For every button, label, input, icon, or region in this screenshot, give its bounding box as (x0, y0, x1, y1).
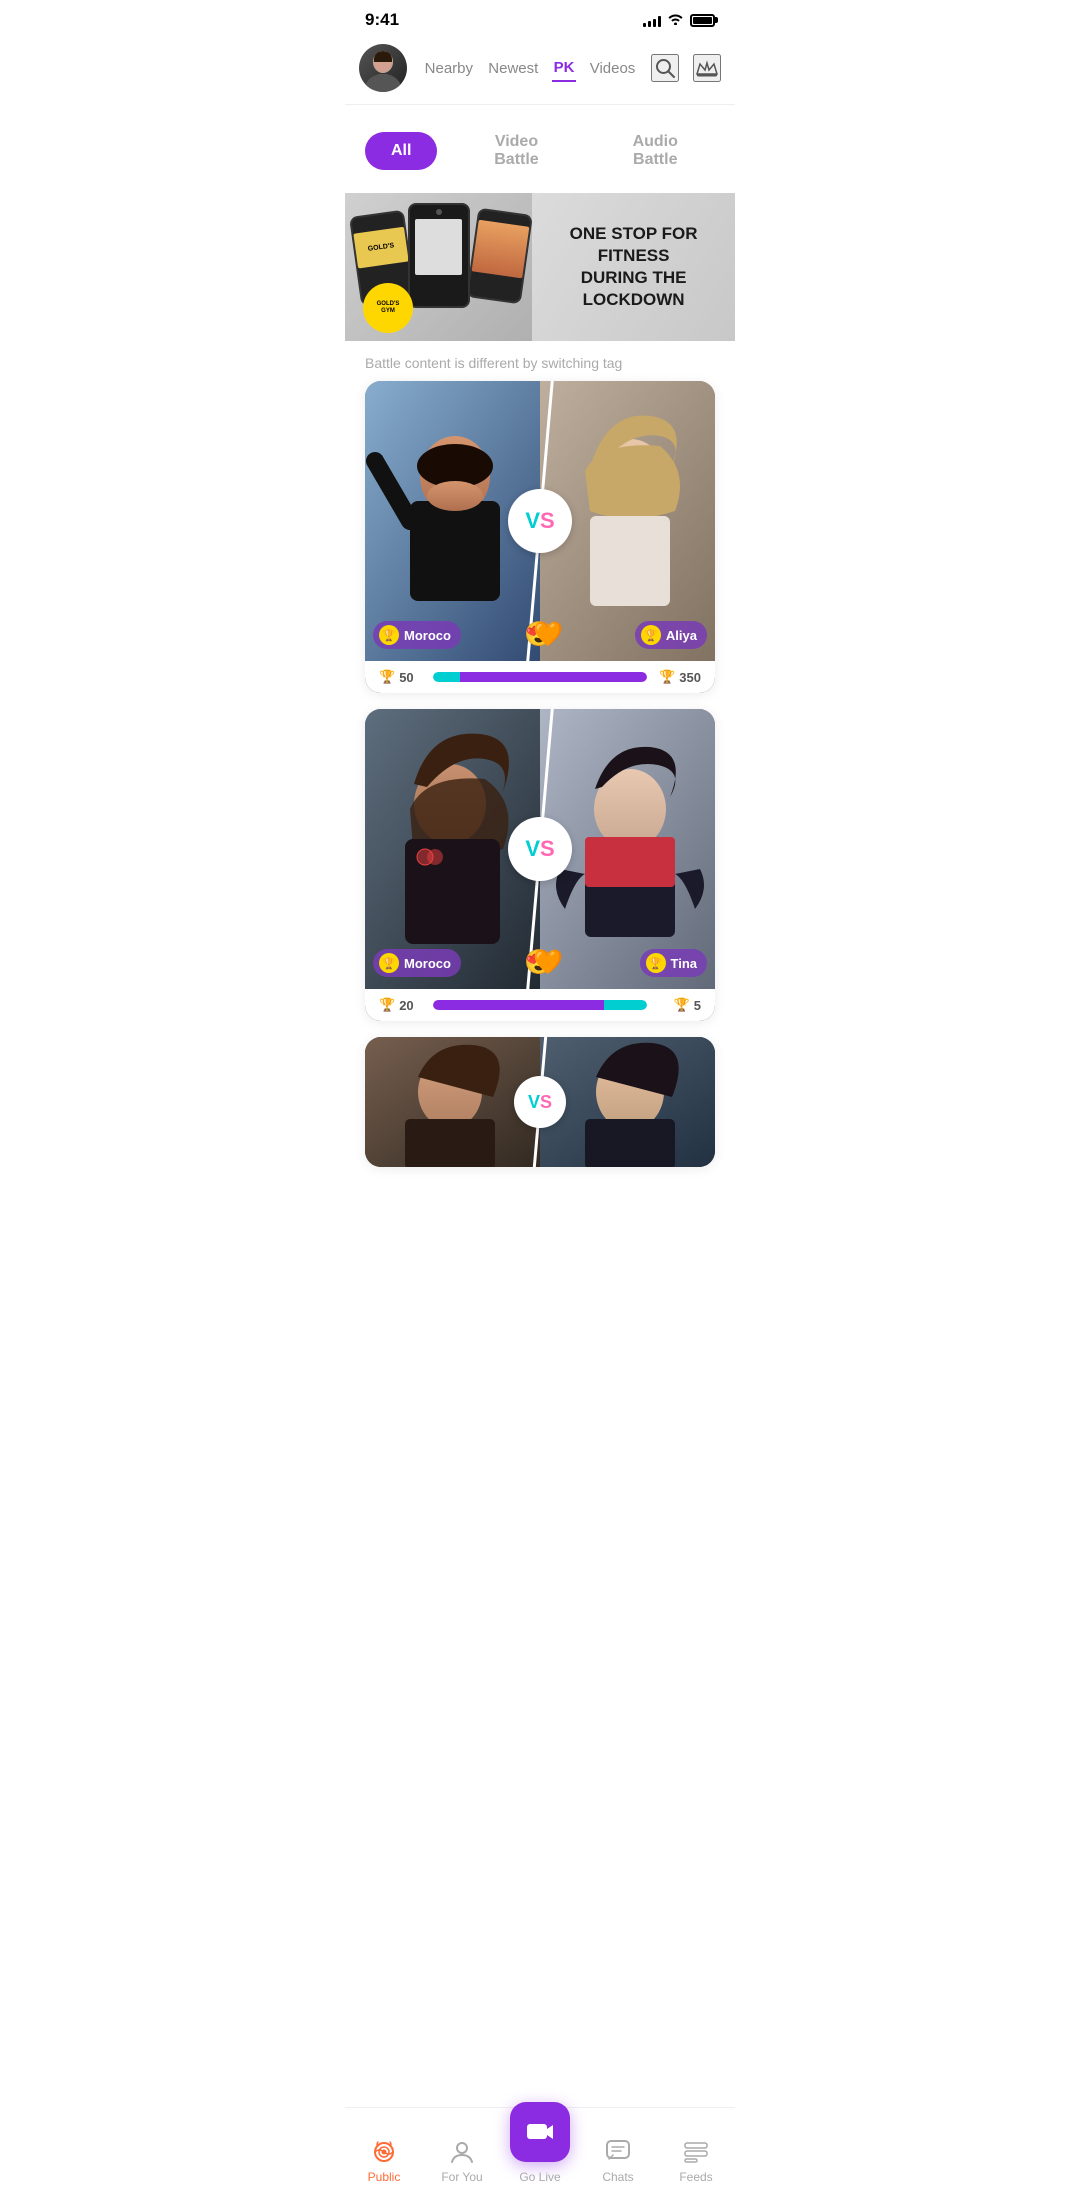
score-track-2 (433, 1000, 647, 1010)
battle-images-2: VS 🏆 Moroco 🏆 Tina 😍 🧡 (365, 709, 715, 989)
battle-side-right-3 (540, 1037, 715, 1167)
vs-badge-3: VS (514, 1076, 566, 1128)
feeds-icon (682, 2138, 710, 2166)
tab-nearby[interactable]: Nearby (423, 56, 475, 81)
golive-button[interactable] (510, 2102, 570, 2162)
golive-label: Go Live (519, 2170, 560, 2184)
score-track-1 (433, 672, 647, 682)
nav-item-public[interactable]: Public (354, 2138, 414, 2184)
nav-item-feeds[interactable]: Feeds (666, 2138, 726, 2184)
vs-badge-2: VS (508, 817, 572, 881)
tab-videos[interactable]: Videos (588, 56, 638, 81)
player2-tag-2: 🏆 Tina (640, 949, 708, 977)
chats-label: Chats (602, 2170, 633, 2184)
filter-video-battle[interactable]: Video Battle (457, 123, 575, 179)
score-bar-1: 🏆 50 🏆 350 (365, 661, 715, 693)
battle-card-3[interactable]: VS (365, 1037, 715, 1167)
status-bar: 9:41 (345, 0, 735, 36)
tab-newest[interactable]: Newest (486, 56, 540, 81)
public-icon (370, 2138, 398, 2166)
banner-text: ONE STOP FOR FITNESS DURING THE LOCKDOWN (532, 223, 735, 311)
wifi-icon (667, 12, 684, 28)
score-fill-right-2 (604, 1000, 647, 1010)
player1-icon-1: 🏆 (379, 625, 399, 645)
nav-item-chats[interactable]: Chats (588, 2138, 648, 2184)
battle-images-1: VS 🏆 Moroco 🏆 Aliya 😍 🧡 (365, 381, 715, 661)
battle-images-3: VS (365, 1037, 715, 1167)
promo-banner[interactable]: GOLD'S GOLD'SGYM ONE STOP FOR FITNESS DU… (345, 193, 735, 341)
trophy-icon-2b: 🏆 (674, 997, 690, 1013)
filter-all[interactable]: All (365, 132, 437, 170)
phone-right (466, 208, 533, 305)
score-left-1: 🏆 50 (379, 669, 433, 685)
foryou-label: For You (441, 2170, 482, 2184)
player2-icon-2: 🏆 (646, 953, 666, 973)
score-fill-left-1 (433, 672, 460, 682)
main-nav-tabs: Nearby Newest PK Videos (417, 55, 643, 82)
crown-button[interactable] (693, 54, 721, 82)
score-fill-left-2 (433, 1000, 604, 1010)
score-right-1: 🏆 350 (647, 669, 701, 685)
player2-tag-1: 🏆 Aliya (635, 621, 707, 649)
player1-tag-2: 🏆 Moroco (373, 949, 461, 977)
status-time: 9:41 (365, 10, 399, 30)
tab-pk[interactable]: PK (552, 55, 577, 82)
search-button[interactable] (651, 54, 679, 82)
nav-item-foryou[interactable]: For You (432, 2138, 492, 2184)
golds-gym-logo: GOLD'SGYM (363, 283, 413, 333)
player1-icon-2: 🏆 (379, 953, 399, 973)
filter-row: All Video Battle Audio Battle (345, 105, 735, 193)
header-nav: Nearby Newest PK Videos (345, 36, 735, 105)
score-fill-right-1 (460, 672, 647, 682)
battery-icon (690, 14, 715, 27)
emoji-reaction-1b: 🧡 (533, 620, 563, 649)
battle-card-1[interactable]: VS 🏆 Moroco 🏆 Aliya 😍 🧡 🏆 50 (365, 381, 715, 693)
vs-badge-1: VS (508, 489, 572, 553)
feeds-label: Feeds (679, 2170, 712, 2184)
battle-card-2[interactable]: VS 🏆 Moroco 🏆 Tina 😍 🧡 🏆 20 (365, 709, 715, 1021)
status-icons (643, 12, 715, 28)
public-label: Public (368, 2170, 401, 2184)
nav-action-icons (651, 54, 721, 82)
trophy-icon-1a: 🏆 (379, 669, 395, 685)
score-right-2: 🏆 5 (647, 997, 701, 1013)
emoji-reaction-2b: 🧡 (533, 948, 563, 977)
avatar[interactable] (359, 44, 407, 92)
player1-tag-1: 🏆 Moroco (373, 621, 461, 649)
trophy-icon-1b: 🏆 (659, 669, 675, 685)
trophy-icon-2a: 🏆 (379, 997, 395, 1013)
player2-icon-1: 🏆 (641, 625, 661, 645)
banner-phones: GOLD'S GOLD'SGYM (345, 193, 532, 341)
chats-icon (604, 2138, 632, 2166)
phone-center (408, 203, 470, 308)
bottom-nav: Public For You Go Live (345, 2107, 735, 2200)
score-bar-2: 🏆 20 🏆 5 (365, 989, 715, 1021)
filter-subtitle: Battle content is different by switching… (345, 341, 735, 381)
foryou-icon (448, 2138, 476, 2166)
score-left-2: 🏆 20 (379, 997, 433, 1013)
filter-audio-battle[interactable]: Audio Battle (596, 123, 716, 179)
signal-icon (643, 13, 661, 27)
nav-item-golive[interactable]: Go Live (510, 2102, 570, 2184)
